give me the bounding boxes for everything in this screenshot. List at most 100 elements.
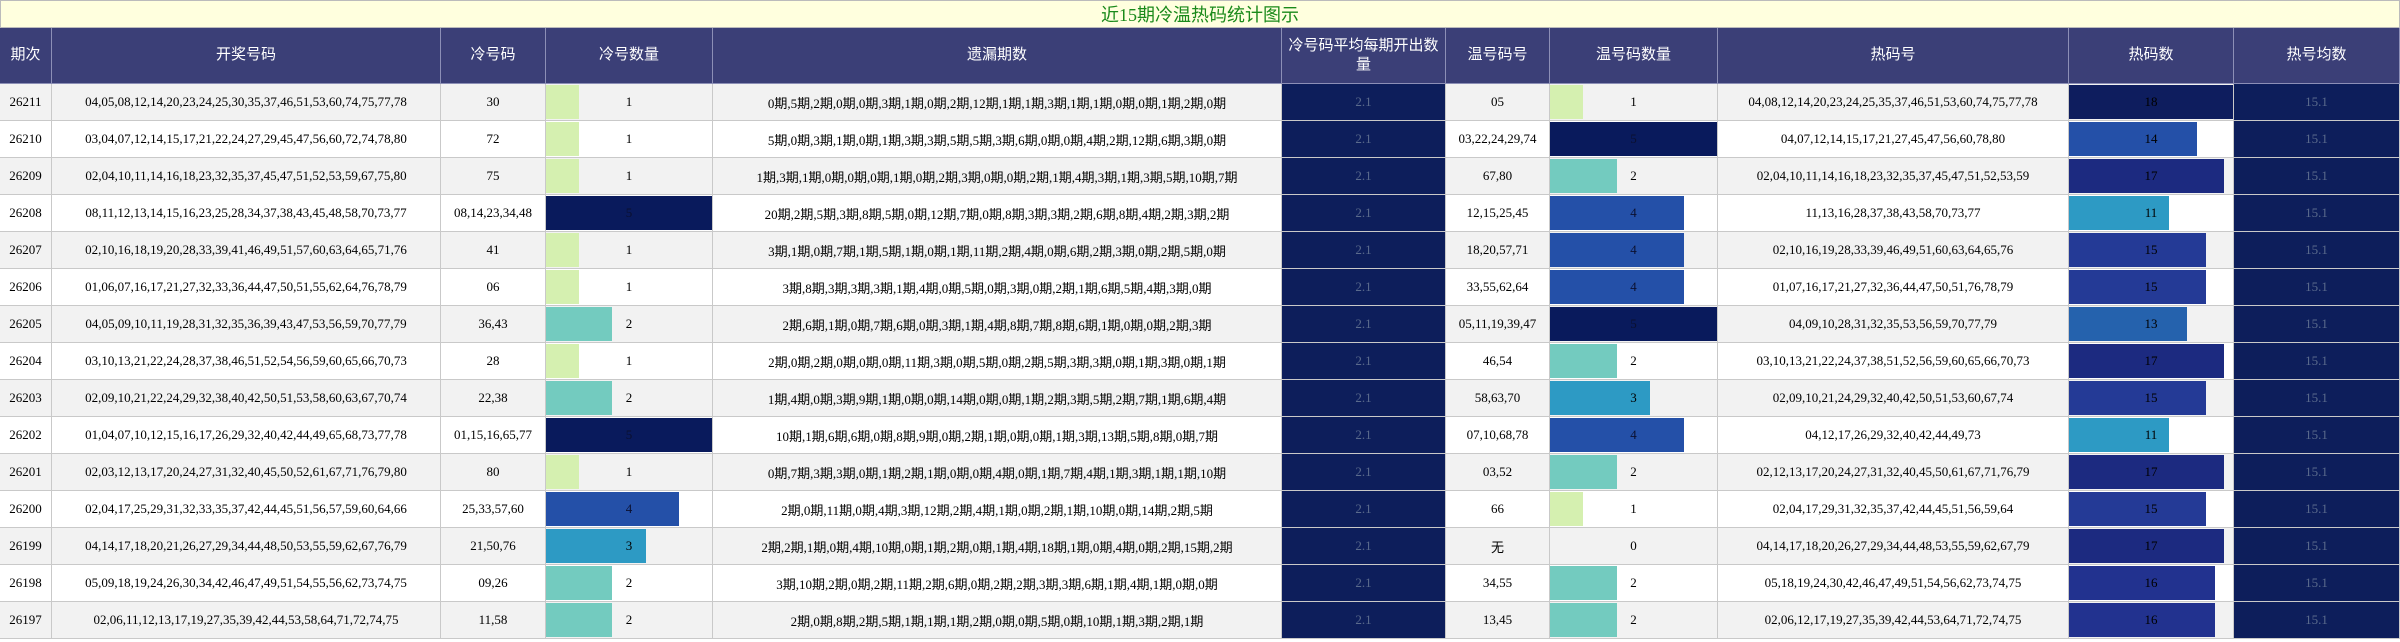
cell-hot-numbers: 11,13,16,28,37,38,43,58,70,73,77 (1718, 195, 2069, 232)
header-warm-count: 温号码数量 (1550, 28, 1718, 84)
cell-cold-count: 2 (546, 565, 713, 602)
label-warm-count: 2 (1630, 575, 1637, 590)
label-cold-count: 1 (625, 464, 633, 479)
bar-cold-count (546, 344, 580, 378)
cell-hot-count: 11 (2069, 417, 2234, 454)
label-hot-count: 13 (2144, 316, 2158, 331)
cell-period: 26208 (0, 195, 52, 232)
cell-cold-numbers: 01,15,16,65,77 (441, 417, 546, 454)
cell-numbers: 02,03,12,13,17,20,24,27,31,32,40,45,50,5… (52, 454, 441, 491)
bar-hot-count (2069, 122, 2197, 156)
label-hot-count: 15 (2144, 242, 2158, 257)
cell-numbers: 05,09,18,19,24,26,30,34,42,46,47,49,51,5… (52, 565, 441, 602)
cell-hot-avg: 15.1 (2234, 343, 2400, 380)
cell-period: 26202 (0, 417, 52, 454)
label-warm-count: 4 (1630, 279, 1637, 294)
header-hot-avg: 热号均数 (2234, 28, 2400, 84)
cell-omission: 0期,7期,3期,3期,0期,1期,2期,1期,0期,0期,4期,0期,1期,7… (713, 454, 1282, 491)
cell-cold-avg: 2.1 (1282, 269, 1446, 306)
cell-omission: 10期,1期,6期,6期,0期,8期,9期,0期,2期,1期,0期,0期,1期,… (713, 417, 1282, 454)
cell-hot-numbers: 01,07,16,17,21,27,32,36,44,47,50,51,76,7… (1718, 269, 2069, 306)
bar-hot-count (2069, 603, 2215, 637)
cell-cold-numbers: 08,14,23,34,48 (441, 195, 546, 232)
label-hot-count: 17 (2144, 168, 2158, 183)
cell-hot-count: 11 (2069, 195, 2234, 232)
cell-hot-numbers: 04,09,10,28,31,32,35,53,56,59,70,77,79 (1718, 306, 2069, 343)
bar-warm-count (1550, 566, 1617, 600)
label-warm-count: 1 (1630, 501, 1637, 516)
label-hot-count: 15 (2144, 501, 2158, 516)
cell-hot-count: 17 (2069, 528, 2234, 565)
cell-warm-count: 2 (1550, 565, 1718, 602)
bar-cold-count (546, 307, 613, 341)
bar-cold-count (546, 85, 580, 119)
cell-omission: 2期,0期,8期,2期,5期,1期,1期,1期,2期,0期,0期,5期,0期,1… (713, 602, 1282, 639)
bar-cold-count (546, 270, 580, 304)
cell-numbers: 08,11,12,13,14,15,16,23,25,28,34,37,38,4… (52, 195, 441, 232)
cell-hot-numbers: 04,08,12,14,20,23,24,25,35,37,46,51,53,6… (1718, 84, 2069, 121)
bar-cold-count (546, 233, 580, 267)
cell-cold-count: 2 (546, 306, 713, 343)
cell-hot-avg: 15.1 (2234, 602, 2400, 639)
label-cold-count: 2 (625, 575, 633, 590)
cell-hot-count: 17 (2069, 454, 2234, 491)
cell-period: 26198 (0, 565, 52, 602)
label-warm-count: 2 (1630, 464, 1637, 479)
cell-hot-count: 17 (2069, 158, 2234, 195)
cell-warm-numbers: 07,10,68,78 (1446, 417, 1550, 454)
label-hot-count: 11 (2144, 427, 2158, 442)
cell-warm-count: 5 (1550, 121, 1718, 158)
cell-cold-numbers: 75 (441, 158, 546, 195)
cell-warm-numbers: 无 (1446, 528, 1550, 565)
label-warm-count: 2 (1630, 168, 1637, 183)
label-warm-count: 4 (1630, 427, 1637, 442)
bar-warm-count (1550, 270, 1684, 304)
cell-warm-numbers: 34,55 (1446, 565, 1550, 602)
cell-omission: 1期,4期,0期,3期,9期,1期,0期,0期,14期,0期,0期,1期,2期,… (713, 380, 1282, 417)
cell-cold-count: 1 (546, 454, 713, 491)
cell-cold-avg: 2.1 (1282, 84, 1446, 121)
cell-period: 26207 (0, 232, 52, 269)
cell-cold-avg: 2.1 (1282, 306, 1446, 343)
cell-hot-count: 15 (2069, 491, 2234, 528)
cell-period: 26210 (0, 121, 52, 158)
cell-warm-count: 1 (1550, 491, 1718, 528)
cell-hot-count: 15 (2069, 380, 2234, 417)
bar-cold-count (546, 122, 580, 156)
label-warm-count: 3 (1630, 390, 1637, 405)
cell-cold-count: 4 (546, 491, 713, 528)
header-cold-numbers: 冷号码 (441, 28, 546, 84)
cell-cold-numbers: 06 (441, 269, 546, 306)
header-hot-count: 热码数 (2069, 28, 2234, 84)
header-cold-avg: 冷号码平均每期开出数量 (1282, 28, 1446, 84)
cell-cold-avg: 2.1 (1282, 232, 1446, 269)
cell-warm-count: 4 (1550, 417, 1718, 454)
label-hot-count: 17 (2144, 464, 2158, 479)
cell-warm-numbers: 18,20,57,71 (1446, 232, 1550, 269)
label-hot-count: 15 (2144, 279, 2158, 294)
cell-hot-numbers: 02,04,17,29,31,32,35,37,42,44,45,51,56,5… (1718, 491, 2069, 528)
cell-hot-numbers: 05,18,19,24,30,42,46,47,49,51,54,56,62,7… (1718, 565, 2069, 602)
bar-warm-count (1550, 233, 1684, 267)
cell-warm-numbers: 33,55,62,64 (1446, 269, 1550, 306)
cell-hot-numbers: 04,07,12,14,15,17,21,27,45,47,56,60,78,8… (1718, 121, 2069, 158)
label-cold-count: 2 (625, 612, 633, 627)
header-period: 期次 (0, 28, 52, 84)
cell-warm-count: 5 (1550, 306, 1718, 343)
cell-cold-avg: 2.1 (1282, 417, 1446, 454)
cell-warm-count: 4 (1550, 195, 1718, 232)
cell-cold-numbers: 30 (441, 84, 546, 121)
label-cold-count: 5 (625, 205, 633, 220)
cell-warm-count: 4 (1550, 232, 1718, 269)
bar-warm-count (1550, 492, 1584, 526)
cell-hot-count: 17 (2069, 343, 2234, 380)
cell-hot-numbers: 02,06,12,17,19,27,35,39,42,44,53,64,71,7… (1718, 602, 2069, 639)
cell-hot-avg: 15.1 (2234, 232, 2400, 269)
label-hot-count: 11 (2144, 205, 2158, 220)
cell-hot-count: 15 (2069, 269, 2234, 306)
cell-warm-count: 0 (1550, 528, 1718, 565)
cell-cold-numbers: 25,33,57,60 (441, 491, 546, 528)
bar-warm-count (1550, 85, 1584, 119)
label-warm-count: 2 (1630, 353, 1637, 368)
cell-period: 26200 (0, 491, 52, 528)
